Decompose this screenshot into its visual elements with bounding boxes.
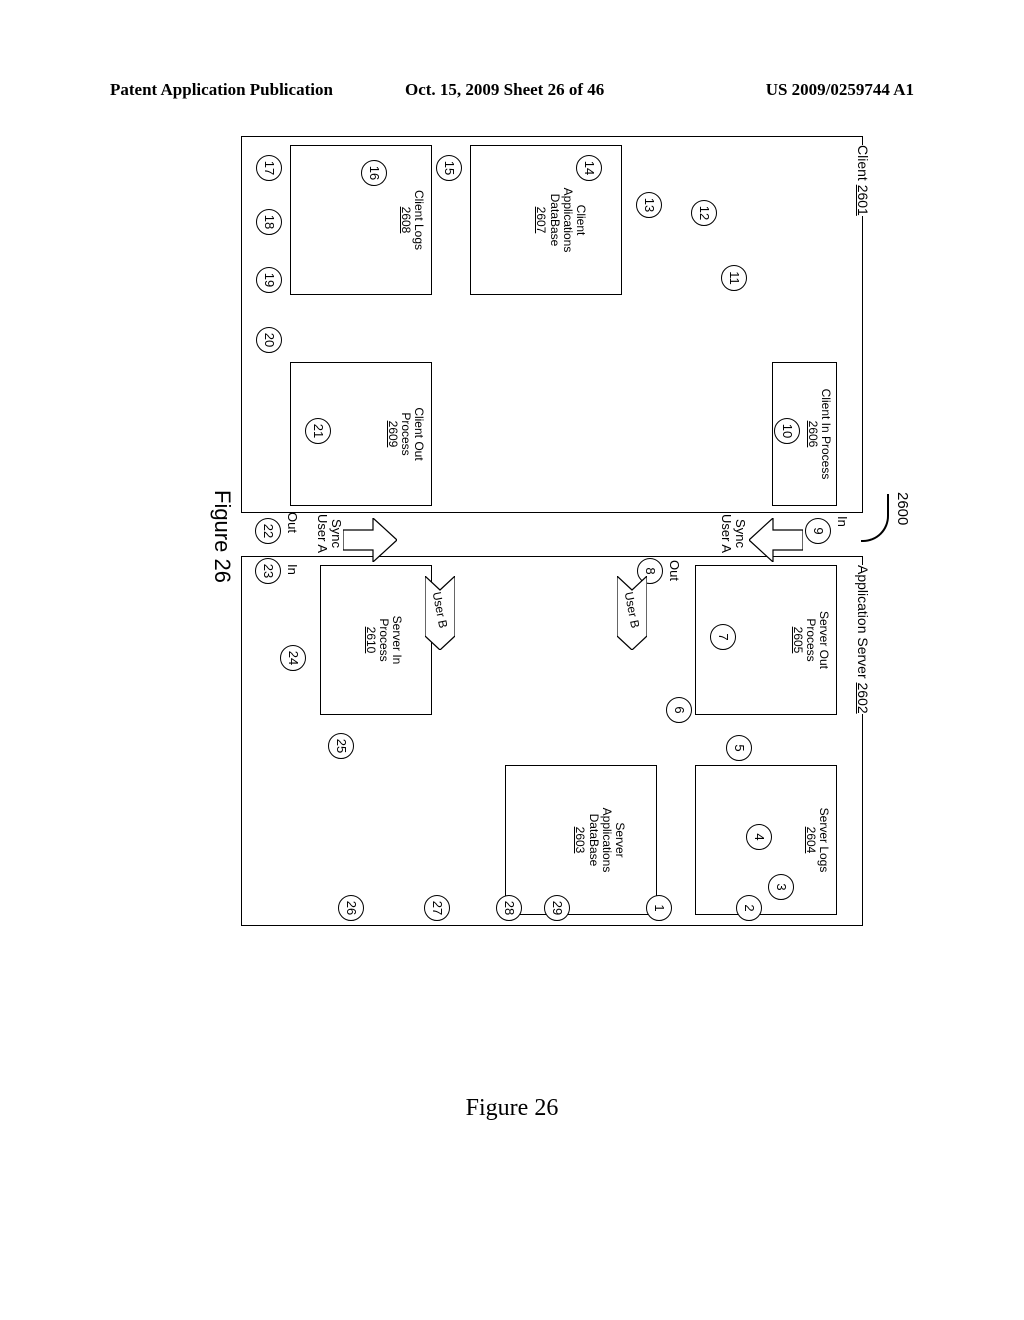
- client-title-text: Client: [855, 145, 871, 181]
- label-in-top: In: [835, 516, 849, 527]
- step-21: 21: [305, 418, 331, 444]
- client-in-process-box: Client In Process 2606 10: [772, 362, 837, 506]
- ref-2600-arrow-icon: [861, 494, 889, 542]
- client-out-process-box: Client Out Process 2609 21: [290, 362, 432, 506]
- step-25: 25: [328, 733, 354, 759]
- label-in-bottom: In: [285, 564, 299, 575]
- step-16: 16: [361, 160, 387, 186]
- client-logs-label: Client Logs 2608: [399, 150, 425, 290]
- figure-26-caption: Figure 26: [0, 1095, 1024, 1122]
- step-27: 27: [424, 895, 450, 921]
- step-22: 22: [255, 518, 281, 544]
- application-server-title: Application Server 2602: [855, 565, 871, 714]
- sync-down-arrow-icon: [744, 518, 803, 562]
- step-23: 23: [255, 558, 281, 584]
- step-19: 19: [256, 267, 282, 293]
- step-13: 13: [636, 192, 662, 218]
- header-mid: Oct. 15, 2009 Sheet 26 of 46: [405, 80, 604, 100]
- step-14: 14: [576, 155, 602, 181]
- sync-up-label: SyncUser A: [314, 514, 343, 553]
- server-db-box: Server Applications DataBase 2603: [505, 765, 657, 915]
- step-7: 7: [710, 624, 736, 650]
- step-6: 6: [666, 697, 692, 723]
- client-in-process-label: Client In Process 2606: [806, 367, 832, 501]
- header-right: US 2009/0259744 A1: [766, 80, 914, 100]
- step-3: 3: [768, 874, 794, 900]
- step-5: 5: [726, 735, 752, 761]
- server-in-process-label: Server In Process 2610: [363, 570, 403, 710]
- figure-26-diagram: 2600 Client 2601 Client In Process 2606 …: [239, 136, 875, 924]
- step-18: 18: [256, 209, 282, 235]
- header-left: Patent Application Publication: [110, 80, 333, 100]
- client-out-process-label: Client Out Process 2609: [385, 367, 425, 501]
- server-out-process-box: Server Out Process 2605 7: [695, 565, 837, 715]
- application-server-title-num: 2602: [855, 683, 871, 714]
- step-9: 9: [805, 518, 831, 544]
- sync-down-label: SyncUser A: [718, 514, 747, 553]
- client-logs-box: Client Logs 2608 16: [290, 145, 432, 295]
- step-4: 4: [746, 824, 772, 850]
- client-frame: Client 2601 Client In Process 2606 10 Cl…: [241, 136, 863, 513]
- client-title-num: 2601: [855, 185, 871, 216]
- step-24: 24: [280, 645, 306, 671]
- step-28: 28: [496, 895, 522, 921]
- ref-2600-label: 2600: [894, 492, 911, 525]
- user-b-flag-bottom-icon: User B: [425, 576, 455, 650]
- step-11: 11: [721, 265, 747, 291]
- server-out-process-label: Server Out Process 2605: [790, 570, 830, 710]
- client-db-title: Client Applications DataBase: [548, 188, 588, 253]
- application-server-frame: Application Server 2602 Server Logs 2604…: [241, 556, 863, 926]
- server-in-process-box: Server In Process 2610: [320, 565, 432, 715]
- page: Patent Application Publication Oct. 15, …: [0, 0, 1024, 1320]
- label-out-bottom: Out: [285, 512, 299, 533]
- step-17: 17: [256, 155, 282, 181]
- client-title: Client 2601: [855, 145, 871, 216]
- step-20: 20: [256, 327, 282, 353]
- server-db-label: Server Applications DataBase 2603: [573, 770, 626, 910]
- label-out-top: Out: [667, 560, 681, 581]
- step-12: 12: [691, 200, 717, 226]
- user-b-flag-top-icon: User B: [617, 576, 647, 650]
- application-server-title-text: Application Server: [855, 565, 871, 679]
- step-29: 29: [544, 895, 570, 921]
- server-logs-label: Server Logs 2604: [804, 770, 830, 910]
- step-2: 2: [736, 895, 762, 921]
- figure-26-label-rotated: Figure 26: [209, 490, 235, 583]
- step-1: 1: [646, 895, 672, 921]
- step-15: 15: [436, 155, 462, 181]
- step-26: 26: [338, 895, 364, 921]
- server-logs-box: Server Logs 2604 3 4: [695, 765, 837, 915]
- step-10: 10: [774, 418, 800, 444]
- sync-up-arrow-icon: [338, 518, 397, 562]
- diagram-rotator: 2600 Client 2601 Client In Process 2606 …: [162, 210, 952, 850]
